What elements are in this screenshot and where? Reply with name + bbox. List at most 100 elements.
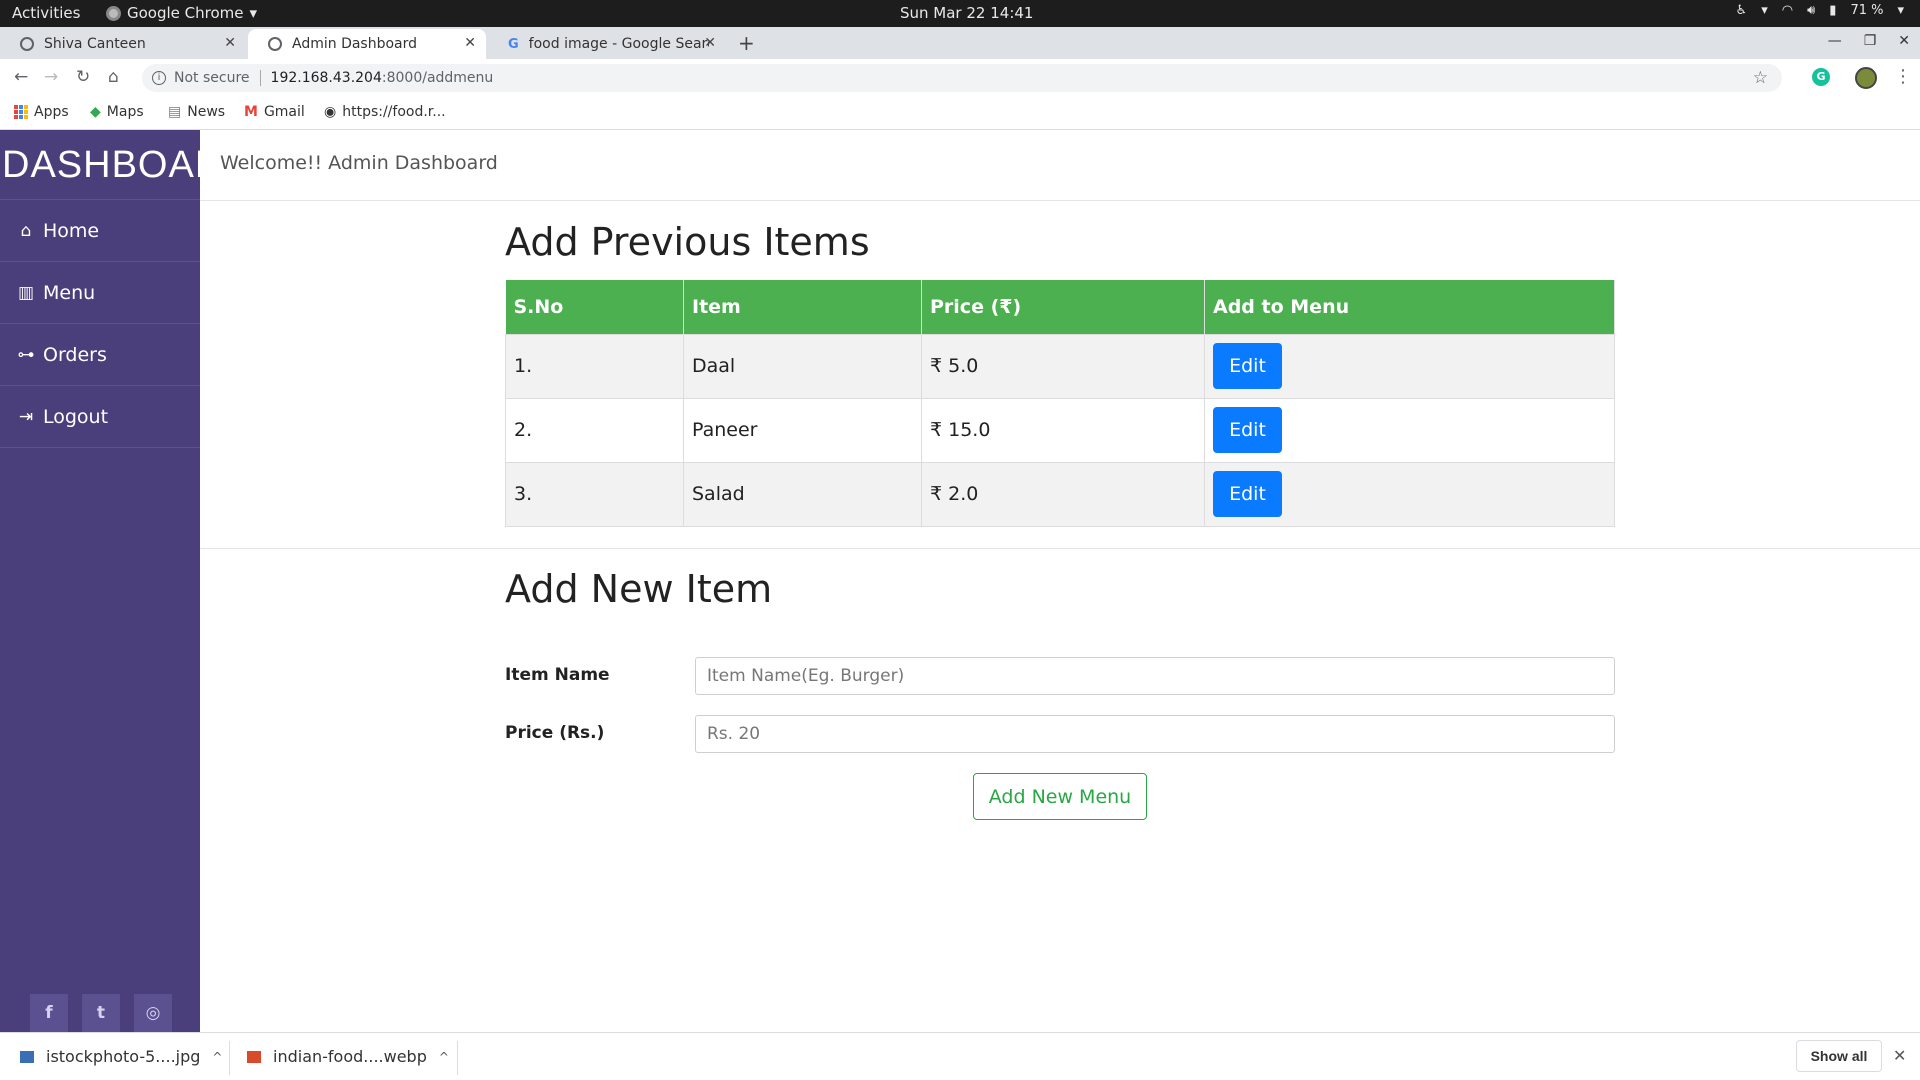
divider — [229, 1041, 230, 1075]
serial-cell: 3. — [505, 461, 684, 527]
bookmark-apps[interactable]: Apps — [14, 104, 69, 120]
chevron-up-icon[interactable]: ^ — [212, 1050, 222, 1064]
main-content: Welcome!! Admin Dashboard Add Previous I… — [200, 130, 1920, 1032]
close-icon[interactable]: ✕ — [1898, 33, 1910, 49]
column-header: S.No — [505, 280, 684, 334]
price-input[interactable] — [695, 715, 1615, 753]
sidebar-item-menu[interactable]: ▥ Menu — [0, 262, 200, 324]
close-icon[interactable]: ✕ — [224, 35, 236, 51]
web-page: DASHBOARD ⌂ Home ▥ Menu ⊶ Orders ⇥ Logou… — [0, 130, 1920, 1032]
edit-button[interactable]: Edit — [1213, 343, 1282, 389]
download-filename: indian-food....webp — [273, 1047, 427, 1066]
reload-icon[interactable]: ↻ — [76, 67, 90, 87]
restore-icon[interactable]: ❐ — [1864, 33, 1877, 49]
back-icon[interactable]: ← — [14, 67, 28, 87]
facebook-icon[interactable]: f — [30, 994, 68, 1032]
downloads-bar: istockphoto-5....jpg ^ indian-food....we… — [0, 1032, 1920, 1080]
maps-icon: ◆ — [90, 104, 101, 120]
item-name-input[interactable] — [695, 657, 1615, 695]
forward-icon[interactable]: → — [44, 67, 58, 87]
profile-avatar[interactable] — [1855, 67, 1877, 89]
new-item-heading: Add New Item — [505, 567, 773, 611]
table-row: 1. Daal ₹ 5.0 Edit — [505, 333, 1615, 399]
home-icon[interactable]: ⌂ — [108, 67, 119, 87]
table-header-row: S.No Item Price (₹) Add to Menu — [505, 280, 1615, 334]
download-item[interactable]: indian-food....webp ^ — [247, 1047, 449, 1066]
twitter-icon[interactable]: t — [82, 994, 120, 1032]
divider — [200, 548, 1920, 549]
app-name: Google Chrome — [127, 4, 244, 22]
divider — [259, 70, 261, 86]
tab-shiva-canteen[interactable]: Shiva Canteen ✕ — [0, 29, 246, 59]
download-filename: istockphoto-5....jpg — [46, 1047, 201, 1066]
download-item[interactable]: istockphoto-5....jpg ^ — [20, 1047, 222, 1066]
edit-button[interactable]: Edit — [1213, 407, 1282, 453]
system-tray[interactable]: ♿ ▾ ◠ 🔊︎ ▮ 71 % ▾ — [1736, 3, 1904, 18]
battery-level: 71 % — [1850, 3, 1884, 18]
bookmark-gmail[interactable]: M Gmail — [244, 104, 305, 120]
bookmark-label: News — [187, 104, 226, 120]
close-icon[interactable]: ✕ — [704, 35, 716, 51]
gmail-icon: M — [244, 104, 258, 120]
tab-title: Shiva Canteen — [44, 36, 146, 52]
serial-cell: 2. — [505, 397, 684, 463]
book-icon: ▥ — [17, 282, 35, 303]
bookmark-maps[interactable]: ◆ Maps — [90, 104, 144, 120]
price-cell: ₹ 5.0 — [921, 333, 1205, 399]
grammarly-extension-icon[interactable]: G — [1812, 68, 1830, 86]
minimize-icon[interactable]: — — [1828, 33, 1842, 49]
column-header: Price (₹) — [921, 280, 1205, 334]
close-icon[interactable]: ✕ — [464, 35, 476, 51]
add-new-menu-button[interactable]: Add New Menu — [973, 773, 1147, 820]
bookmark-label: Gmail — [263, 104, 305, 120]
bookmark-food[interactable]: ◉ https://food.r... — [324, 104, 446, 120]
more-menu-icon[interactable]: ⋮ — [1894, 66, 1912, 87]
address-bar[interactable]: i Not secure 192.168.43.204:8000/addmenu… — [142, 64, 1782, 92]
bookmark-news[interactable]: ▤ News — [168, 104, 225, 120]
item-cell: Salad — [683, 461, 922, 527]
activities-button[interactable]: Activities — [12, 4, 80, 22]
new-tab-button[interactable]: + — [738, 31, 755, 55]
item-name-label: Item Name — [505, 665, 610, 685]
serial-cell: 1. — [505, 333, 684, 399]
app-menu[interactable]: Google Chrome ▾ — [106, 4, 257, 22]
url-path[interactable]: :8000/addmenu — [382, 70, 493, 86]
sidebar-item-label: Menu — [43, 281, 96, 304]
sign-out-icon: ⇥ — [18, 406, 34, 427]
sidebar-item-logout[interactable]: ⇥ Logout — [0, 386, 200, 448]
tab-title: food image - Google Search — [528, 36, 709, 52]
tab-admin-dashboard[interactable]: Admin Dashboard ✕ — [248, 29, 486, 59]
sidebar-item-label: Home — [43, 219, 100, 242]
battery-icon: ▮ — [1829, 3, 1837, 18]
image-file-icon — [20, 1050, 34, 1063]
table-row: 2. Paneer ₹ 15.0 Edit — [505, 397, 1615, 463]
bookmarks-bar: Apps ◆ Maps ▤ News M Gmail ◉ https://foo… — [0, 97, 1920, 130]
url-host[interactable]: 192.168.43.204 — [271, 70, 382, 86]
chevron-down-icon: ▾ — [1761, 3, 1768, 18]
image-file-icon — [247, 1050, 261, 1063]
browser-toolbar: ← → ↻ ⌂ i Not secure 192.168.43.204:8000… — [0, 59, 1920, 97]
sidebar-item-home[interactable]: ⌂ Home — [0, 200, 200, 262]
chevron-down-icon: ▾ — [249, 4, 258, 22]
chevron-up-icon[interactable]: ^ — [439, 1050, 449, 1064]
welcome-text: Welcome!! Admin Dashboard — [220, 152, 498, 174]
sidebar-item-orders[interactable]: ⊶ Orders — [0, 324, 200, 386]
close-icon[interactable]: ✕ — [1893, 1046, 1906, 1065]
column-header: Item — [683, 280, 922, 334]
item-cell: Daal — [683, 333, 922, 399]
wifi-icon: ◠ — [1781, 3, 1794, 18]
info-icon[interactable]: i — [152, 71, 166, 85]
column-header: Add to Menu — [1204, 280, 1615, 334]
previous-items-heading: Add Previous Items — [505, 220, 870, 264]
edit-button[interactable]: Edit — [1213, 471, 1282, 517]
instagram-icon[interactable]: ◎ — [134, 994, 172, 1032]
sidebar-brand[interactable]: DASHBOARD — [0, 130, 200, 200]
bookmark-label: https://food.r... — [342, 104, 446, 120]
bookmark-star-icon[interactable]: ☆ — [1753, 68, 1768, 88]
clock[interactable]: Sun Mar 22 14:41 — [900, 4, 1033, 22]
tab-food-image-search[interactable]: G food image - Google Search ✕ — [488, 29, 726, 59]
sidebar-item-label: Logout — [43, 405, 109, 428]
security-label[interactable]: Not secure — [174, 70, 250, 86]
show-all-button[interactable]: Show all — [1796, 1040, 1882, 1072]
globe-icon: ◉ — [324, 104, 337, 120]
